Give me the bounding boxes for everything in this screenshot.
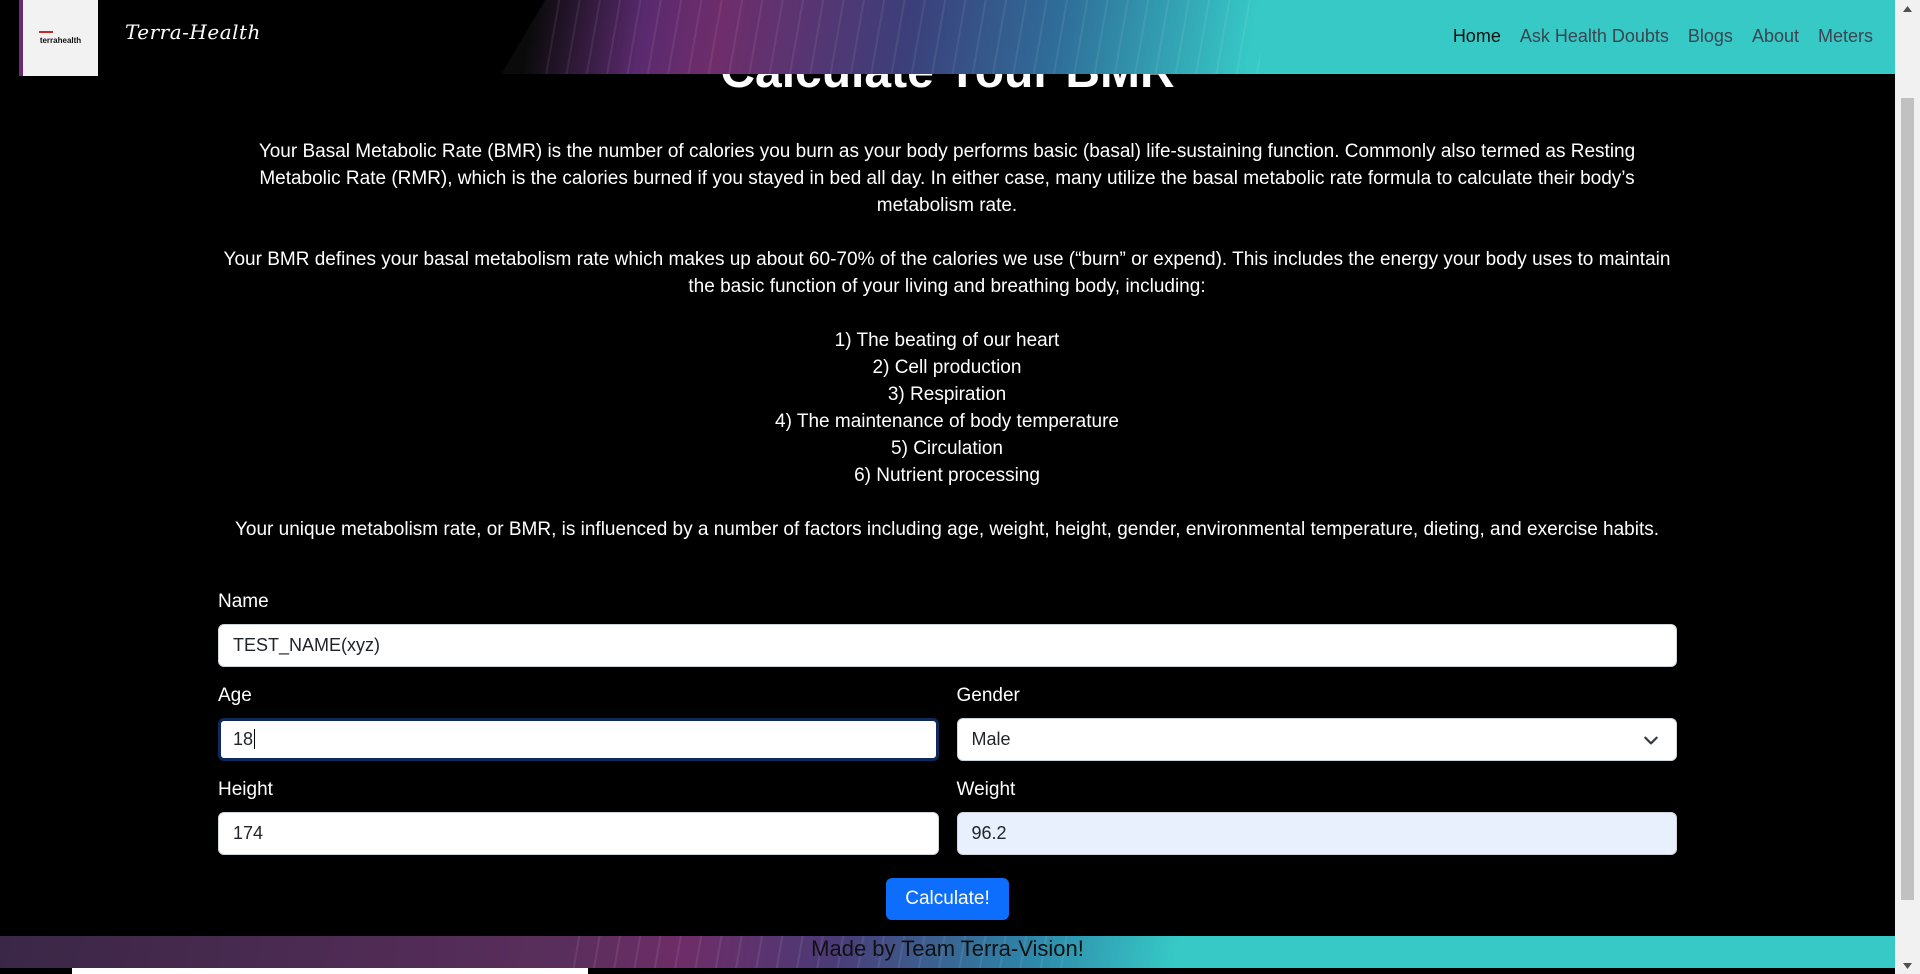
footer-text: Made by Team Terra-Vision! [811,936,1084,961]
chevron-down-icon [1644,736,1658,745]
weight-input[interactable]: 96.2 [956,812,1677,855]
logo-text: terrahealth [39,36,82,45]
nav-link-home[interactable]: Home [1453,26,1501,47]
scroll-thumb[interactable] [1901,98,1914,900]
list-item: 2) Cell production [872,357,1022,378]
chevron-up-icon [1903,5,1912,12]
gender-select[interactable]: Male [956,718,1677,761]
navbar-decoration [540,0,1260,74]
bottom-strip-left [0,968,72,974]
list-item: 4) The maintenance of body temperature [775,411,1119,432]
brand-name[interactable]: Terra-Health [125,20,261,44]
chevron-down-icon [1903,962,1912,969]
scrollbar[interactable] [1895,0,1920,974]
age-label: Age [218,685,252,706]
name-label: Name [218,591,269,612]
nav-link-about[interactable]: About [1752,26,1799,47]
bmr-form: Name TEST_NAME(xyz) Age 18​ Gender Male … [218,590,1677,855]
gender-selected-value: Male [971,729,1011,749]
nav-link-blogs[interactable]: Blogs [1688,26,1733,47]
nav-link-ask-health-doubts[interactable]: Ask Health Doubts [1520,26,1669,47]
gender-label: Gender [956,685,1020,706]
nav-link-meters[interactable]: Meters [1818,26,1873,47]
list-item: 5) Circulation [891,438,1003,459]
factors-paragraph: Your unique metabolism rate, or BMR, is … [234,519,1660,540]
nav-links: Home Ask Health Doubts Blogs About Meter… [1434,26,1873,47]
intro-paragraph: Your Basal Metabolic Rate (BMR) is the n… [258,141,1636,216]
height-input[interactable]: 174 [218,812,939,855]
logo[interactable]: terrahealth [19,0,98,76]
list-item: 1) The beating of our heart [834,330,1060,351]
weight-label: Weight [956,779,1016,800]
navbar: terrahealth Terra-Health Home Ask Health… [0,0,1895,76]
age-input[interactable]: 18​ [218,718,939,761]
functions-list: 1) The beating of our heart 2) Cell prod… [218,327,1676,489]
bottom-strip [0,968,1895,974]
name-input[interactable]: TEST_NAME(xyz) [218,624,1677,667]
scroll-up-button[interactable] [1895,0,1920,17]
logo-accent [38,31,53,33]
text-cursor: ​ [254,729,256,749]
calculate-button[interactable]: Calculate! [886,878,1009,920]
list-item: 3) Respiration [887,384,1007,405]
bmr-definition-paragraph: Your BMR defines your basal metabolism r… [223,249,1671,297]
bmr-description: Your Basal Metabolic Rate (BMR) is the n… [218,138,1676,570]
height-label: Height [218,779,273,800]
age-value: 18 [233,729,254,749]
bottom-strip-right [588,968,1895,974]
scroll-down-button[interactable] [1895,957,1920,974]
list-item: 6) Nutrient processing [854,465,1040,486]
